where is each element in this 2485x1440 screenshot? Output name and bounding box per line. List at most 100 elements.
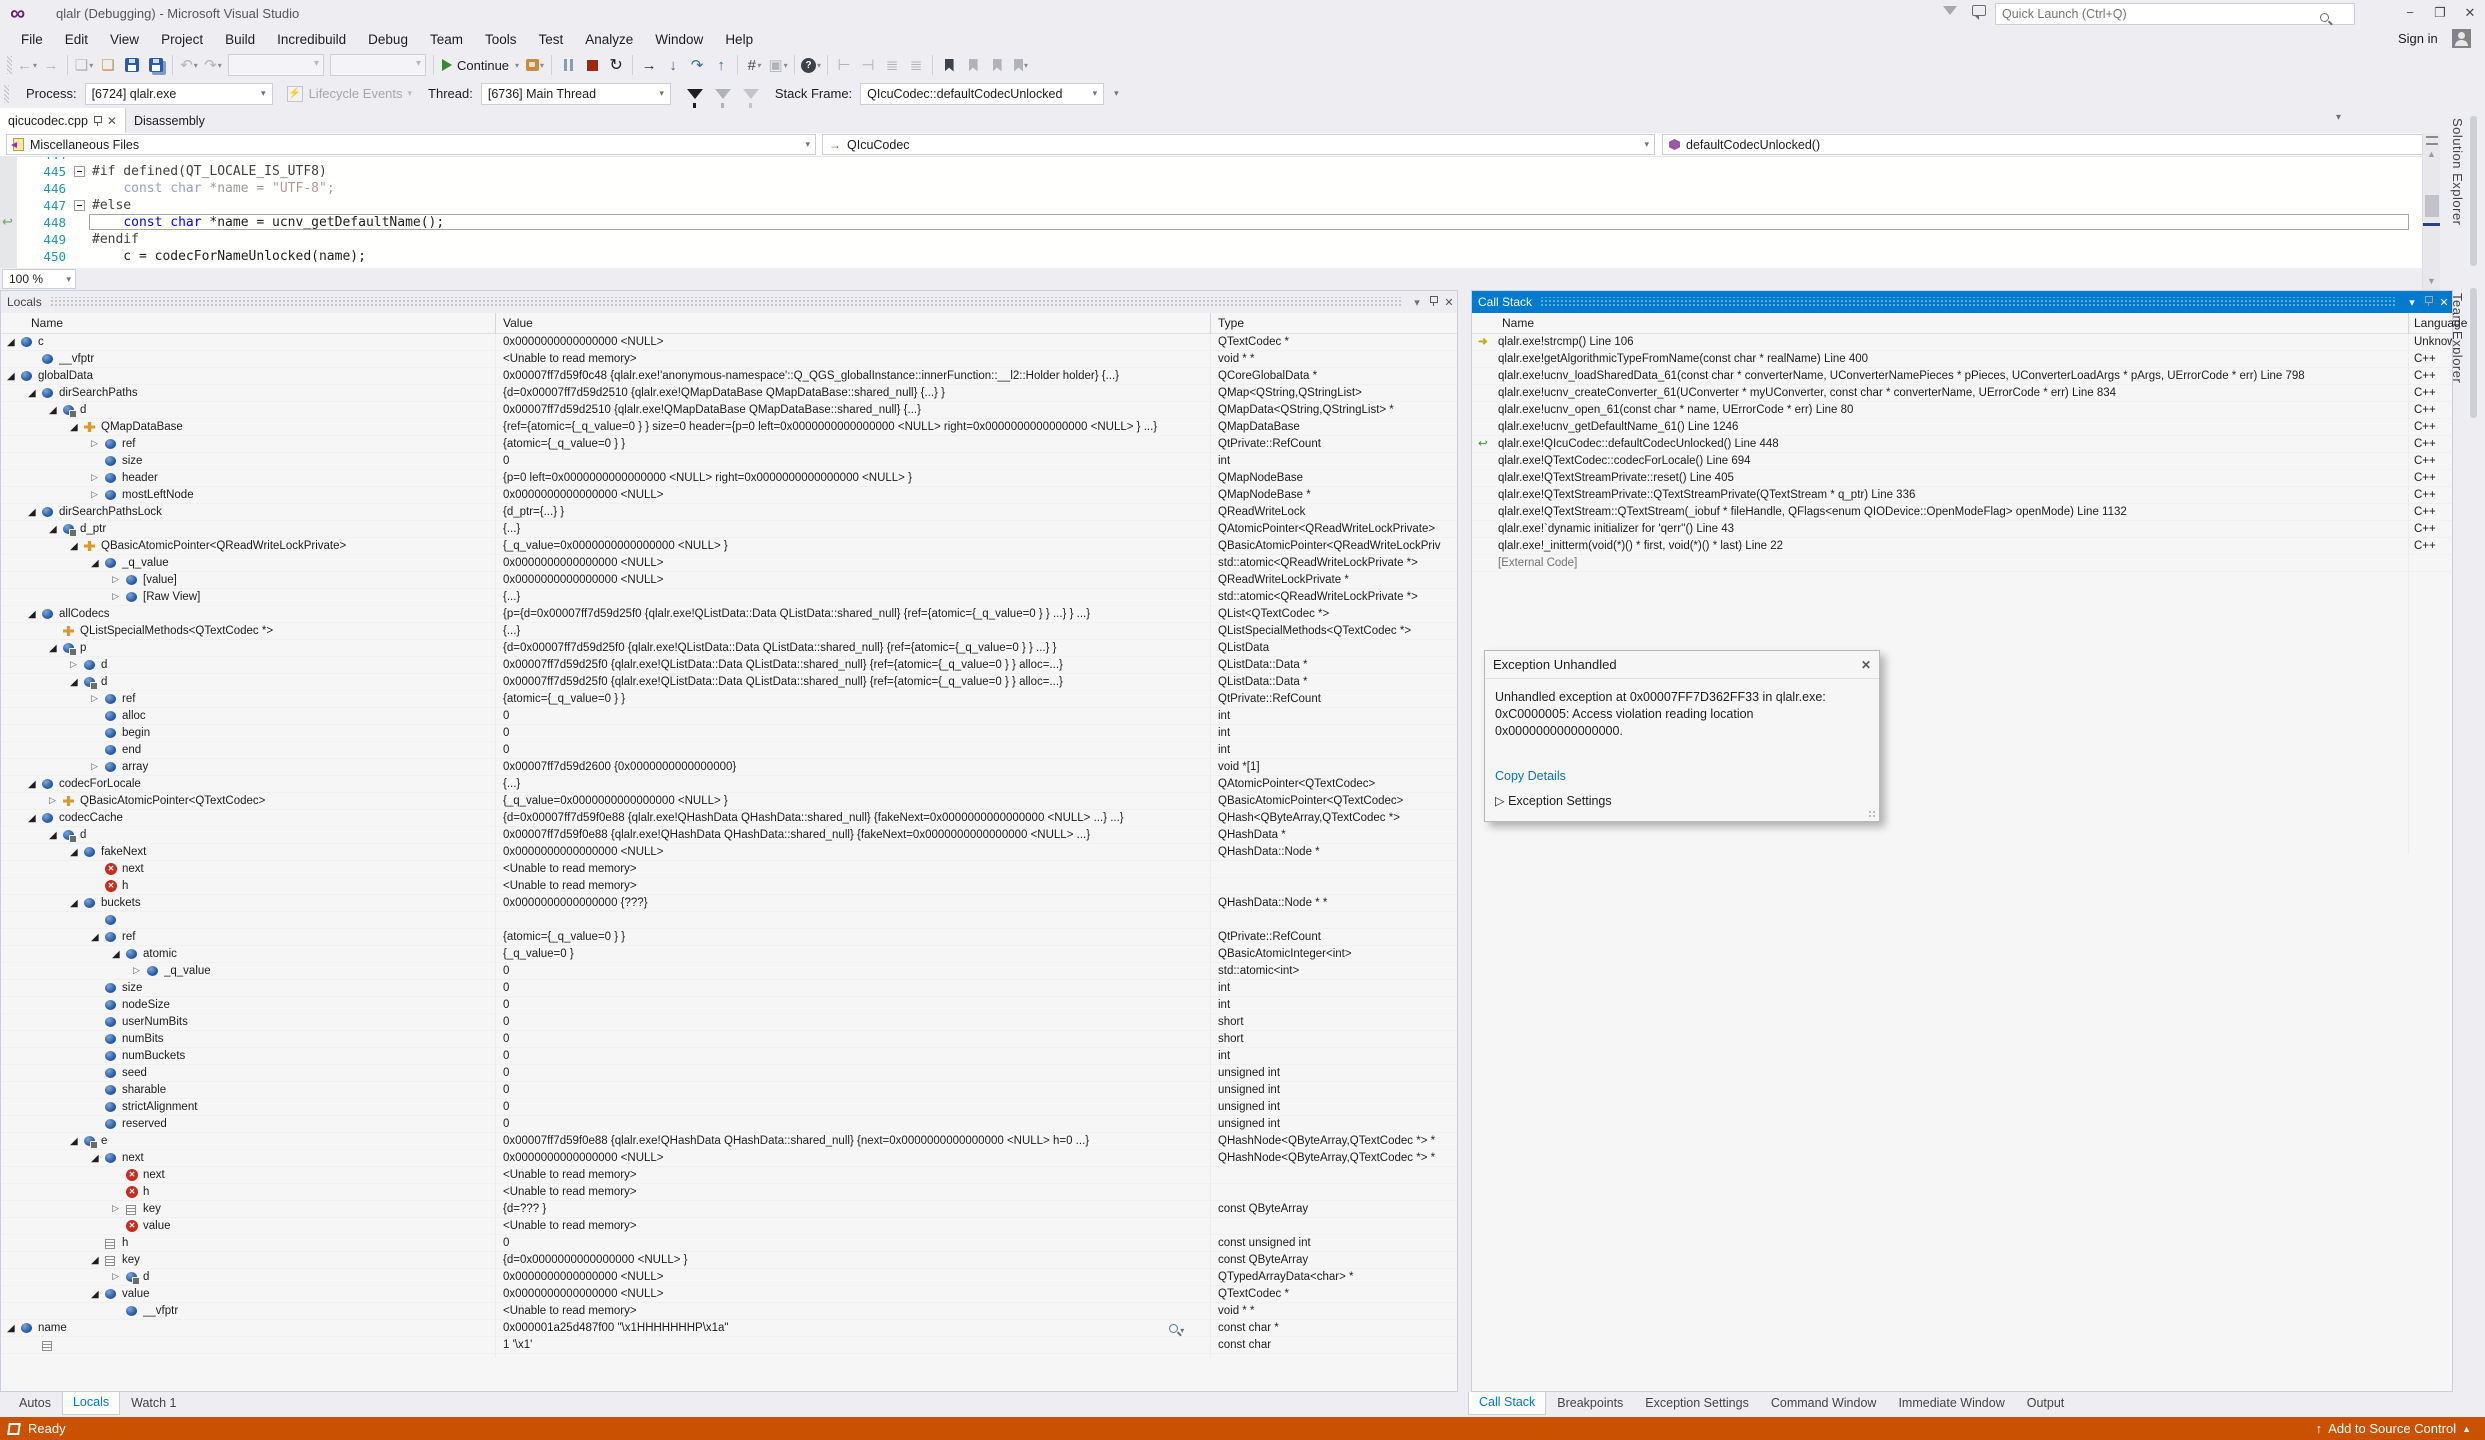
locals-row[interactable]: ▷_q_value0std::atomic<int> — [1, 963, 1457, 980]
locals-row[interactable]: size0int — [1, 980, 1457, 997]
call-stack-row[interactable]: qlalr.exe!_initterm(void(*)() * first, v… — [1472, 538, 2452, 555]
expanded-icon[interactable]: ◢ — [28, 810, 40, 827]
expanded-icon[interactable]: ◢ — [70, 538, 82, 555]
tab-watch-1[interactable]: Watch 1 — [120, 1392, 187, 1415]
locals-row[interactable]: ◢fakeNext0x0000000000000000 <NULL>QHashD… — [1, 844, 1457, 861]
exception-settings-expander[interactable]: ▷ Exception Settings — [1495, 793, 1612, 808]
process-combo[interactable]: [6724] qlalr.exe▾ — [85, 83, 273, 105]
document-overflow-icon[interactable]: ▾ — [2336, 112, 2341, 123]
expanded-icon[interactable]: ◢ — [70, 844, 82, 861]
locals-row[interactable]: strictAlignment0unsigned int — [1, 1099, 1457, 1116]
code-line-449[interactable]: 449#endif — [0, 231, 2422, 248]
locals-row[interactable]: ◢buckets0x0000000000000000 {???}QHashDat… — [1, 895, 1457, 912]
expanded-icon[interactable]: ◢ — [49, 402, 61, 419]
expanded-icon[interactable]: ◢ — [28, 606, 40, 623]
collapsed-icon[interactable]: ▷ — [91, 436, 103, 453]
thread-combo[interactable]: [6736] Main Thread▾ — [481, 83, 671, 105]
locals-row[interactable]: ◢d0x00007ff7d59f0e88 {qlalr.exe!QHashDat… — [1, 827, 1457, 844]
prev-bookmark-icon[interactable] — [961, 53, 985, 77]
pin-icon[interactable] — [93, 115, 102, 126]
zoom-level-dropdown[interactable]: 100 % — [2, 269, 76, 289]
locals-row[interactable]: ◢e0x00007ff7d59f0e88 {qlalr.exe!QHashDat… — [1, 1133, 1457, 1150]
collapsed-icon[interactable]: ▷ — [70, 657, 82, 674]
locals-row[interactable]: ▷d0x0000000000000000 <NULL>QTypedArrayDa… — [1, 1269, 1457, 1286]
save-icon[interactable] — [120, 53, 144, 77]
call-stack-list[interactable]: ➜qlalr.exe!strcmp() Line 106Unknownqlalr… — [1472, 334, 2452, 1358]
notifications-icon[interactable] — [1943, 6, 1957, 15]
sign-in-link[interactable]: Sign in — [2398, 31, 2438, 46]
close-button[interactable]: ✕ — [2456, 4, 2484, 23]
locals-row[interactable]: ◢ref{atomic={_q_value=0 } }QtPrivate::Re… — [1, 929, 1457, 946]
tab-call-stack[interactable]: Call Stack — [1468, 1392, 1546, 1415]
locals-row[interactable]: userNumBits0short — [1, 1014, 1457, 1031]
locals-row[interactable]: numBuckets0int — [1, 1048, 1457, 1065]
toolbar-combo-2[interactable] — [330, 54, 426, 76]
editor-vertical-scrollbar[interactable]: ▲ ▼ — [2422, 133, 2440, 290]
exception-popup-header[interactable]: Exception Unhandled ✕ — [1485, 651, 1879, 679]
expanded-icon[interactable]: ◢ — [91, 929, 103, 946]
pin-icon[interactable] — [2420, 295, 2436, 309]
tab-disassembly[interactable]: Disassembly — [126, 108, 213, 133]
add-item-icon[interactable]: ❏ — [96, 53, 120, 77]
locals-row[interactable]: size0int — [1, 453, 1457, 470]
exception-popup[interactable]: Exception Unhandled ✕ Unhandled exceptio… — [1484, 650, 1880, 822]
show-next-statement-icon[interactable]: → — [637, 53, 661, 77]
call-stack-row[interactable]: qlalr.exe!ucnv_open_61(const char * name… — [1472, 402, 2452, 419]
locals-row[interactable]: ◢allCodecs{p={d=0x00007ff7d59d25f0 {qlal… — [1, 606, 1457, 623]
clear-bookmarks-icon[interactable]: ▾ — [1009, 53, 1033, 77]
locals-row[interactable]: QListSpecialMethods<QTextCodec *>{...}QL… — [1, 623, 1457, 640]
locals-row[interactable]: alloc0int — [1, 708, 1457, 725]
column-value[interactable]: Value — [503, 316, 533, 330]
decrease-indent-icon[interactable]: ≣ — [880, 53, 904, 77]
locals-row[interactable]: seed0unsigned int — [1, 1065, 1457, 1082]
locals-title-bar[interactable]: Locals ▾ ✕ — [1, 291, 1457, 313]
column-name[interactable]: Name — [1502, 316, 1534, 330]
quick-launch-box[interactable] — [1995, 3, 2355, 25]
locals-row[interactable]: ▷[Raw View]{...}std::atomic<QReadWriteLo… — [1, 589, 1457, 606]
menu-tools[interactable]: Tools — [474, 29, 528, 50]
menu-window[interactable]: Window — [644, 29, 714, 50]
expanded-icon[interactable]: ◢ — [7, 334, 19, 351]
resize-grip[interactable] — [1868, 810, 1876, 818]
close-icon[interactable]: ✕ — [1441, 296, 1457, 309]
locals-row[interactable]: ◢d0x00007ff7d59d25f0 {qlalr.exe!QListDat… — [1, 674, 1457, 691]
call-stack-row[interactable]: qlalr.exe!ucnv_getDefaultName_61() Line … — [1472, 419, 2452, 436]
call-stack-row[interactable]: qlalr.exe!getAlgorithmicTypeFromName(con… — [1472, 351, 2452, 368]
locals-row[interactable]: numBits0short — [1, 1031, 1457, 1048]
project-dropdown[interactable]: Miscellaneous Files ▾ — [6, 134, 816, 155]
menu-debug[interactable]: Debug — [357, 29, 419, 50]
locals-row[interactable]: ✕next<Unable to read memory> — [1, 861, 1457, 878]
locals-row[interactable]: ◢d_ptr{...}QAtomicPointer<QReadWriteLock… — [1, 521, 1457, 538]
menu-edit[interactable]: Edit — [54, 29, 99, 50]
scroll-up-icon[interactable]: ▲ — [2427, 149, 2436, 159]
tab-locals[interactable]: Locals — [62, 1392, 120, 1415]
intellitrace-icon[interactable]: ▣▾ — [766, 53, 790, 77]
tab-solution-explorer[interactable]: Solution Explorer — [2450, 118, 2465, 226]
locals-row[interactable]: ◢codecForLocale{...}QAtomicPointer<QText… — [1, 776, 1457, 793]
pause-icon[interactable] — [556, 53, 580, 77]
locals-tree[interactable]: ◢c0x0000000000000000 <NULL>QTextCodec *_… — [1, 334, 1457, 1358]
expanded-icon[interactable]: ◢ — [112, 946, 124, 963]
locals-row[interactable]: ◢key{d=0x0000000000000000 <NULL> }const … — [1, 1252, 1457, 1269]
call-stack-row[interactable]: [External Code] — [1472, 555, 2452, 572]
locals-row[interactable]: ◢QMapDataBase{ref={atomic={_q_value=0 } … — [1, 419, 1457, 436]
navigate-back-icon[interactable]: ←▾ — [15, 53, 39, 77]
close-icon[interactable]: ✕ — [2436, 296, 2452, 309]
tab-immediate-window[interactable]: Immediate Window — [1887, 1392, 2015, 1415]
locals-row[interactable]: sharable0unsigned int — [1, 1082, 1457, 1099]
expanded-icon[interactable]: ◢ — [7, 368, 19, 385]
menu-team[interactable]: Team — [419, 29, 474, 50]
locals-row[interactable]: nodeSize0int — [1, 997, 1457, 1014]
collapsed-icon[interactable]: ▷ — [91, 487, 103, 504]
member-dropdown[interactable]: defaultCodecUnlocked() ▾ — [1662, 134, 2440, 155]
collapsed-icon[interactable]: ▷ — [91, 759, 103, 776]
feedback-icon[interactable] — [1972, 5, 1986, 16]
step-into-icon[interactable]: ↓ — [661, 53, 685, 77]
scrollbar-thumb[interactable] — [2425, 195, 2439, 217]
fold-collapse-icon[interactable] — [74, 200, 85, 211]
tab-autos[interactable]: Autos — [8, 1392, 62, 1415]
locals-row[interactable]: ✕h<Unable to read memory> — [1, 1184, 1457, 1201]
scroll-down-icon[interactable]: ▼ — [2427, 276, 2436, 286]
collapsed-icon[interactable]: ▷ — [49, 793, 61, 810]
next-bookmark-icon[interactable] — [985, 53, 1009, 77]
